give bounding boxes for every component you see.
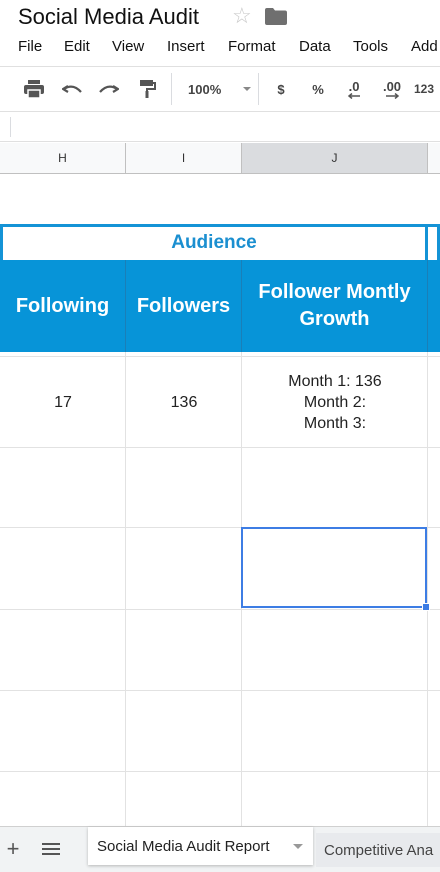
selected-cell[interactable] — [241, 527, 427, 608]
menu-format[interactable]: Format — [228, 38, 276, 55]
menu-insert[interactable]: Insert — [167, 38, 205, 55]
decrease-decimals-button[interactable]: .0 — [340, 67, 368, 111]
menu-tools[interactable]: Tools — [353, 38, 388, 55]
header-follower-growth[interactable]: Follower Montly Growth — [242, 260, 428, 352]
column-header-k[interactable] — [428, 143, 440, 173]
cell-following[interactable]: 17 — [0, 357, 126, 447]
menu-edit[interactable]: Edit — [64, 38, 90, 55]
spreadsheet-grid[interactable]: Audience Following Followers Follower Mo… — [0, 174, 440, 826]
tab-competitive-analysis[interactable]: Competitive Ana — [316, 833, 440, 867]
sheet-tab-bar: + Social Media Audit Report Competitive … — [0, 826, 440, 872]
grid-line — [0, 447, 440, 448]
print-icon — [24, 80, 44, 98]
header-next[interactable] — [428, 260, 440, 352]
add-sheet-button[interactable]: + — [4, 838, 22, 860]
tab-label: Competitive Ana — [324, 841, 434, 859]
tab-social-media-audit-report[interactable]: Social Media Audit Report — [88, 827, 313, 865]
column-headers: H I J — [0, 143, 440, 174]
toolbar-divider — [258, 73, 259, 105]
menu-bar: File Edit View Insert Format Data Tools … — [0, 36, 440, 60]
paint-format-button[interactable] — [133, 67, 161, 111]
menu-file[interactable]: File — [18, 38, 42, 55]
grid-line — [0, 690, 440, 691]
arrow-left-icon — [347, 92, 360, 99]
more-formats-button[interactable]: 123 — [414, 67, 440, 111]
header-following[interactable]: Following — [0, 260, 126, 352]
all-sheets-menu-icon[interactable] — [42, 843, 60, 857]
currency-format-button[interactable]: $ — [268, 67, 294, 111]
growth-line: Month 1: 136 — [288, 372, 382, 390]
zoom-select[interactable]: 100% — [182, 67, 252, 111]
undo-button[interactable] — [58, 67, 86, 111]
header-followers[interactable]: Followers — [126, 260, 242, 352]
title-bar: Social Media Audit ☆ — [0, 0, 440, 34]
document-title[interactable]: Social Media Audit — [18, 4, 199, 30]
cell-follower-growth[interactable]: Month 1: 136 Month 2: Month 3: — [242, 357, 428, 447]
formula-bar[interactable] — [0, 112, 440, 142]
cell-followers[interactable]: 136 — [126, 357, 242, 447]
column-header-h[interactable]: H — [0, 143, 126, 173]
percent-format-button[interactable]: % — [304, 67, 332, 111]
blank-row — [0, 174, 440, 224]
increase-decimals-label: .00 — [382, 78, 402, 94]
growth-line: Month 3: — [303, 414, 367, 432]
audience-label: Audience — [171, 232, 257, 253]
tab-label: Social Media Audit Report — [97, 837, 270, 855]
column-header-j[interactable]: J — [242, 143, 428, 173]
currency-label: $ — [277, 81, 285, 97]
more-formats-label: 123 — [414, 82, 435, 96]
chevron-down-icon — [243, 87, 252, 91]
increase-decimals-button[interactable]: .00 — [376, 67, 408, 111]
fill-handle[interactable] — [422, 603, 430, 611]
formula-bar-divider — [10, 117, 11, 137]
toolbar: 100% $ % .0 .00 123 — [0, 66, 440, 112]
folder-icon[interactable] — [265, 8, 287, 25]
zoom-value: 100% — [188, 81, 222, 97]
menu-view[interactable]: View — [112, 38, 144, 55]
grid-line — [0, 609, 440, 610]
arrow-right-icon — [386, 92, 400, 99]
undo-icon — [62, 85, 82, 93]
menu-add-ons[interactable]: Add — [411, 38, 438, 55]
column-header-i[interactable]: I — [126, 143, 242, 173]
paint-format-icon — [140, 80, 156, 98]
redo-button[interactable] — [95, 67, 123, 111]
decrease-decimals-label: .0 — [348, 78, 360, 94]
grid-line — [0, 771, 440, 772]
percent-label: % — [312, 81, 324, 97]
chevron-down-icon[interactable] — [293, 844, 303, 849]
menu-data[interactable]: Data — [299, 38, 331, 55]
toolbar-divider — [171, 73, 172, 105]
print-button[interactable] — [20, 67, 48, 111]
star-icon[interactable]: ☆ — [232, 3, 252, 29]
redo-icon — [99, 85, 119, 93]
growth-line: Month 2: — [303, 393, 367, 411]
